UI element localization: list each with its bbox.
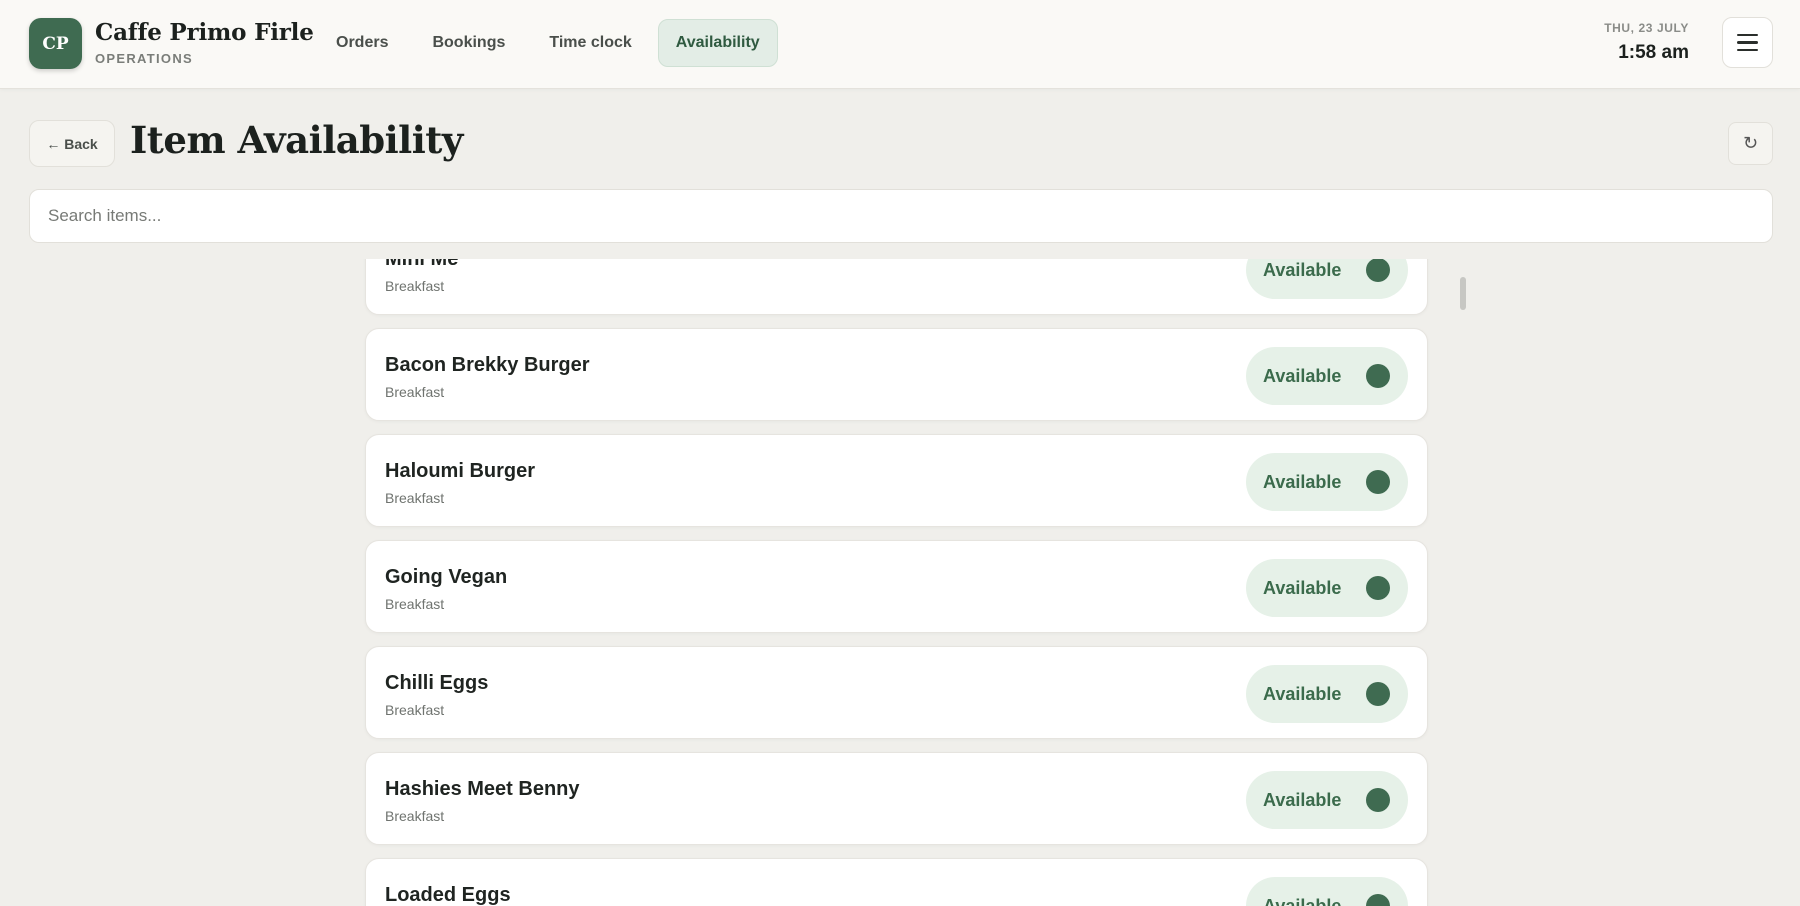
availability-toggle[interactable]: Available bbox=[1246, 771, 1408, 829]
item-card: Haloumi Burger Breakfast Available bbox=[365, 434, 1428, 527]
availability-toggle[interactable]: Available bbox=[1246, 877, 1408, 906]
item-category: Breakfast bbox=[385, 596, 445, 612]
toggle-knob-icon bbox=[1366, 259, 1390, 282]
item-name: Haloumi Burger bbox=[385, 460, 536, 482]
item-category: Breakfast bbox=[385, 808, 445, 824]
current-time: 1:58 am bbox=[1618, 42, 1689, 63]
nav-tab-orders[interactable]: Orders bbox=[318, 19, 406, 67]
item-name: Going Vegan bbox=[385, 566, 508, 588]
item-card: Chilli Eggs Breakfast Available bbox=[365, 646, 1428, 739]
availability-status-label: Available bbox=[1263, 683, 1342, 704]
nav-tab-availability[interactable]: Availability bbox=[657, 19, 778, 67]
toggle-knob-icon bbox=[1366, 788, 1390, 812]
hamburger-menu-icon-bar bbox=[1737, 48, 1758, 52]
item-name: Mini Me bbox=[385, 259, 459, 270]
main-nav: Orders Bookings Time clock Availability bbox=[318, 19, 778, 67]
item-category: Breakfast bbox=[385, 490, 445, 506]
search-box bbox=[29, 189, 1773, 243]
current-date: THU, 23 JULY bbox=[1604, 21, 1689, 35]
availability-toggle[interactable]: Available bbox=[1246, 347, 1408, 405]
availability-status-label: Available bbox=[1263, 577, 1342, 598]
item-name: Loaded Eggs bbox=[385, 884, 511, 906]
brand-subtitle: OPERATIONS bbox=[95, 51, 193, 66]
item-name: Hashies Meet Benny bbox=[385, 778, 580, 800]
back-button[interactable]: ← Back bbox=[29, 120, 115, 167]
hamburger-menu-icon-bar bbox=[1737, 41, 1758, 44]
item-card: Hashies Meet Benny Breakfast Available bbox=[365, 752, 1428, 845]
item-category: Breakfast bbox=[385, 278, 445, 294]
toggle-knob-icon bbox=[1366, 364, 1390, 388]
brand-name: Caffe Primo Firle bbox=[95, 19, 314, 46]
availability-status-label: Available bbox=[1263, 895, 1342, 906]
item-card: Bacon Brekky Burger Breakfast Available bbox=[365, 328, 1428, 421]
availability-toggle[interactable]: Available bbox=[1246, 665, 1408, 723]
list-scrollbar-thumb[interactable] bbox=[1460, 277, 1466, 310]
hamburger-menu-button[interactable] bbox=[1722, 17, 1773, 68]
refresh-button[interactable]: ↻ bbox=[1728, 122, 1773, 165]
page-title: Item Availability bbox=[130, 118, 463, 162]
item-card: Loaded EggsBreakfastAvailable bbox=[365, 858, 1428, 906]
item-name: Bacon Brekky Burger bbox=[385, 354, 590, 376]
toggle-knob-icon bbox=[1366, 894, 1390, 906]
availability-toggle[interactable]: Available bbox=[1246, 453, 1408, 511]
availability-status-label: Available bbox=[1263, 789, 1342, 810]
nav-tab-time-clock[interactable]: Time clock bbox=[531, 19, 649, 67]
toggle-knob-icon bbox=[1366, 470, 1390, 494]
item-card: Going Vegan Breakfast Available bbox=[365, 540, 1428, 633]
brand-logo[interactable]: CP bbox=[29, 18, 82, 69]
toggle-knob-icon bbox=[1366, 682, 1390, 706]
nav-tab-bookings[interactable]: Bookings bbox=[414, 19, 523, 67]
availability-toggle[interactable]: Available bbox=[1246, 259, 1408, 299]
item-category: Breakfast bbox=[385, 702, 445, 718]
availability-status-label: Available bbox=[1263, 259, 1342, 280]
hamburger-menu-icon bbox=[1737, 33, 1758, 37]
refresh-icon: ↻ bbox=[1742, 133, 1759, 153]
item-list: Mini Me Breakfast Available Bacon Brekky Bu… bbox=[365, 259, 1428, 906]
item-category: Breakfast bbox=[385, 384, 445, 400]
top-bar: CP Caffe Primo Firle OPERATIONS Orders B… bbox=[0, 0, 1800, 89]
toggle-knob-icon bbox=[1366, 576, 1390, 600]
item-card: Mini Me Breakfast Available bbox=[365, 259, 1428, 315]
item-name: Chilli Eggs bbox=[385, 672, 489, 694]
search-input[interactable] bbox=[48, 206, 1754, 226]
availability-toggle[interactable]: Available bbox=[1246, 559, 1408, 617]
item-list-viewport[interactable]: Mini Me Breakfast Available Bacon Brekky Bu… bbox=[0, 259, 1800, 906]
availability-status-label: Available bbox=[1263, 365, 1342, 386]
availability-status-label: Available bbox=[1263, 471, 1342, 492]
